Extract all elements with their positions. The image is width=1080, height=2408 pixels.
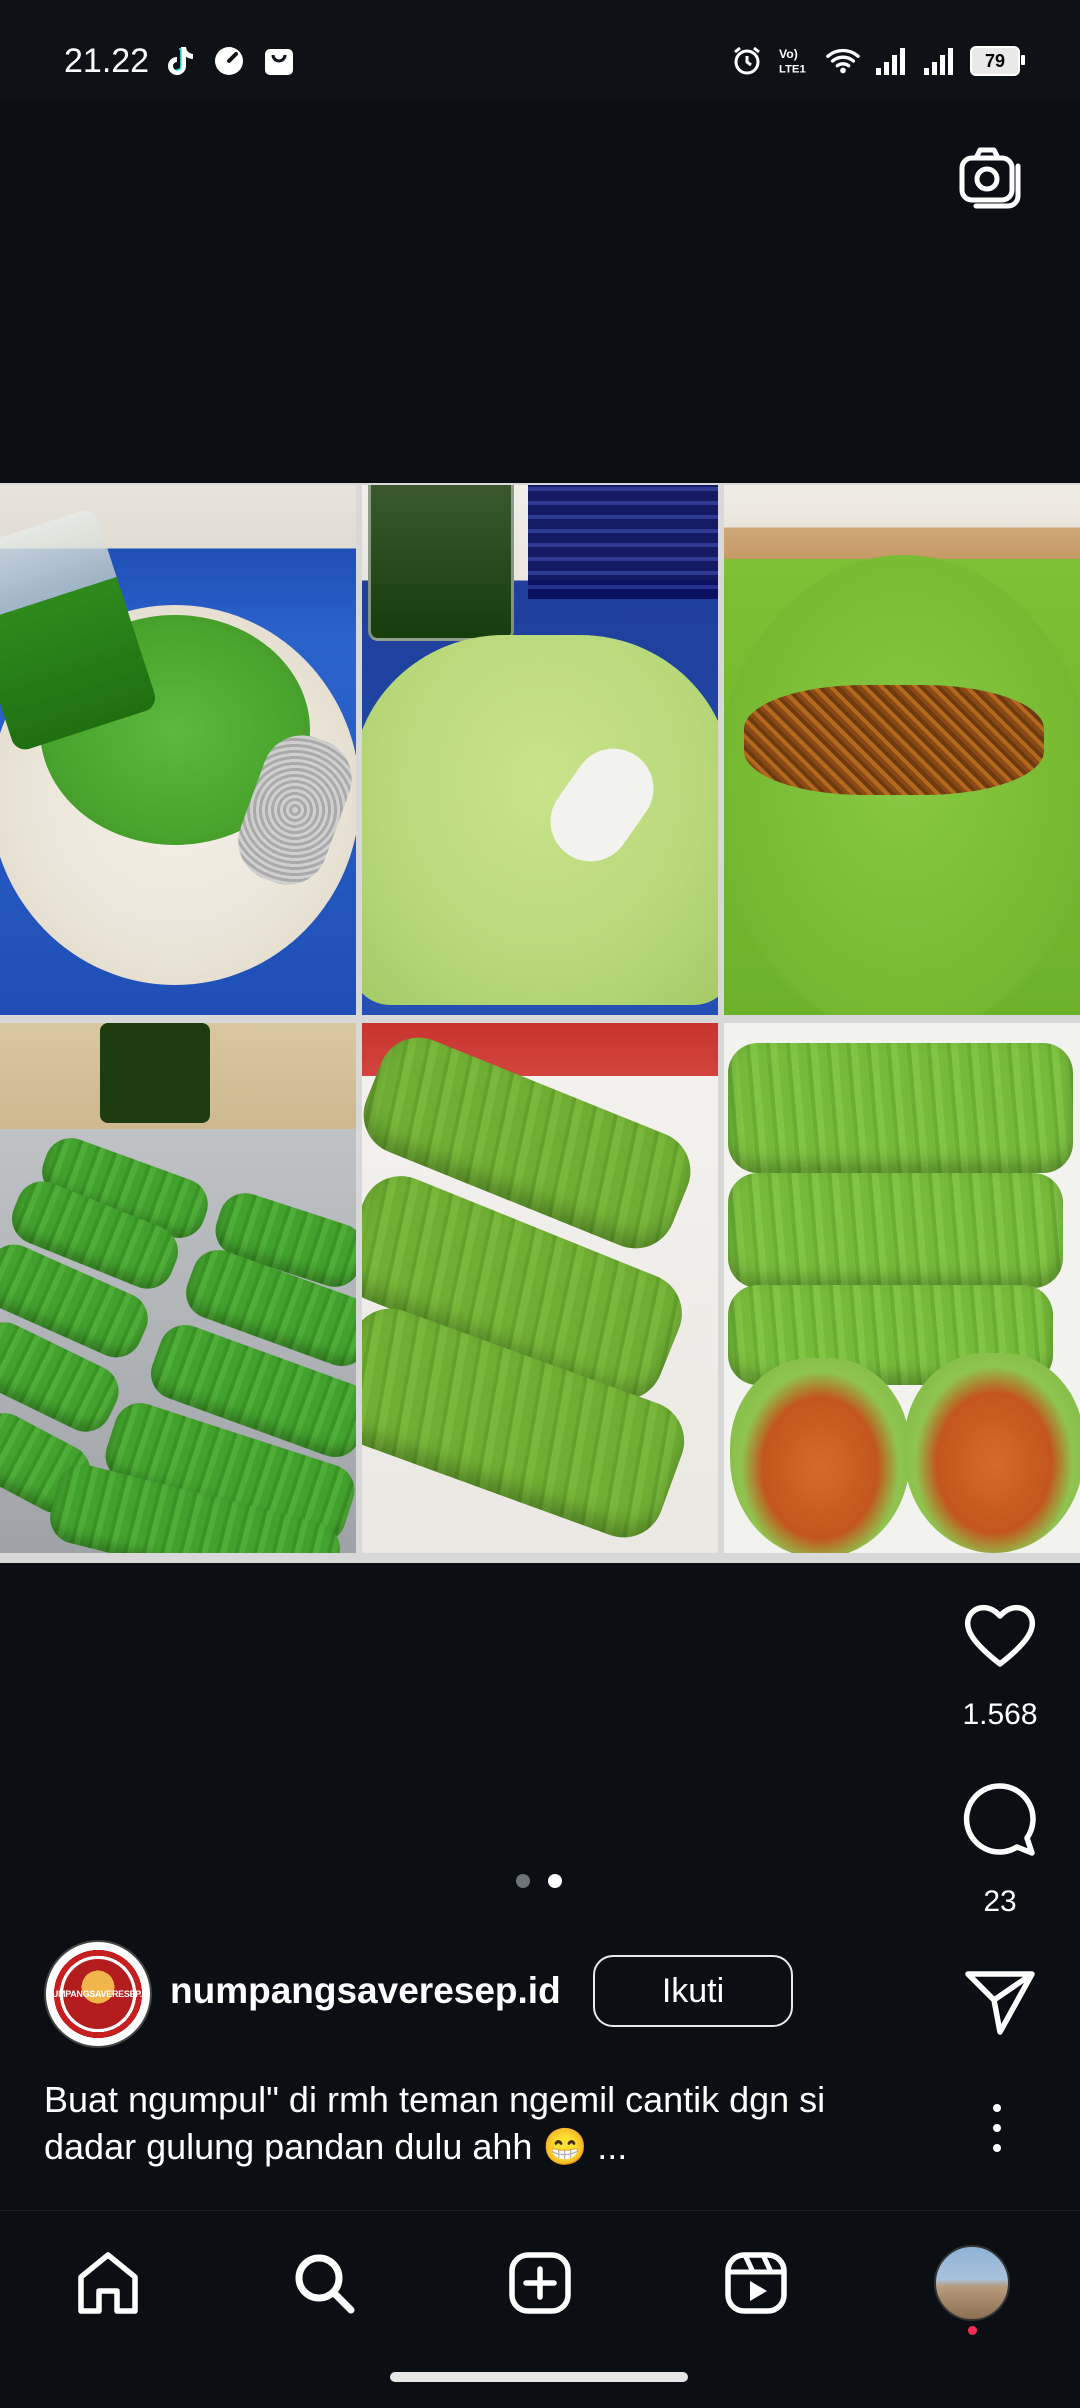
notification-dot — [968, 2326, 977, 2335]
camera-icon — [959, 147, 1021, 209]
photo-stacked-rolls — [362, 1023, 718, 1553]
photo-rolls-cut — [724, 1023, 1080, 1553]
heart-icon — [964, 1604, 1036, 1667]
reels-icon — [725, 2252, 787, 2314]
signal-icon — [922, 44, 956, 78]
search-icon — [295, 2254, 355, 2314]
post-caption[interactable]: Buat ngumpul" di rmh teman ngemil cantik… — [44, 2076, 924, 2170]
profile-avatar — [934, 2245, 1010, 2335]
nav-reels[interactable] — [718, 2245, 794, 2321]
nav-search[interactable] — [286, 2245, 362, 2321]
battery-indicator: 79 — [970, 46, 1025, 76]
bottom-navigation — [0, 2210, 1080, 2351]
photo-pouring-batter — [0, 485, 356, 1015]
wifi-icon — [826, 44, 860, 78]
volte-icon: Vo) LTE1 — [778, 44, 812, 78]
share-button[interactable] — [940, 1968, 1060, 2036]
nav-create[interactable] — [502, 2245, 578, 2321]
post-image[interactable] — [0, 483, 1080, 1563]
photo-mixed-batter — [362, 485, 718, 1015]
avatar-logo-text: NUMPANGSAVERESEP.ID — [45, 1988, 151, 1999]
like-button[interactable] — [940, 1602, 1060, 1670]
carousel-indicator — [516, 1874, 562, 1888]
more-options-button[interactable] — [985, 2104, 1009, 2152]
status-right-icons: Vo) LTE1 79 — [730, 44, 1025, 78]
speedometer-icon — [212, 44, 246, 78]
comment-count: 23 — [983, 1885, 1017, 1918]
account-avatar[interactable]: NUMPANGSAVERESEP.ID — [44, 1940, 152, 2048]
carousel-dot-active — [548, 1874, 562, 1888]
photo-rolls-on-tray — [0, 1023, 356, 1553]
send-icon — [965, 1971, 1035, 2035]
carousel-dot — [516, 1874, 530, 1888]
create-icon — [509, 2252, 571, 2314]
tiktok-icon — [162, 44, 196, 78]
comment-icon — [963, 1783, 1036, 1856]
account-username[interactable]: numpangsaveresep.id — [170, 1970, 561, 2012]
svg-text:LTE1: LTE1 — [779, 63, 806, 75]
home-icon — [78, 2252, 138, 2314]
alarm-icon — [730, 44, 764, 78]
camera-button[interactable] — [958, 146, 1028, 210]
nav-home[interactable] — [70, 2245, 146, 2321]
like-count: 1.568 — [962, 1698, 1038, 1731]
comment-button[interactable] — [940, 1782, 1060, 1858]
svg-text:Vo): Vo) — [779, 47, 798, 61]
follow-button[interactable]: Ikuti — [593, 1955, 793, 2027]
photo-crepe-with-filling — [724, 485, 1080, 1015]
status-time: 21.22 — [64, 42, 150, 80]
account-logo: NUMPANGSAVERESEP.ID — [46, 1959, 150, 2029]
signal-icon — [874, 44, 908, 78]
home-indicator[interactable] — [390, 2372, 688, 2382]
status-bar: 21.22 Vo) LTE1 79 — [0, 0, 1080, 100]
status-left-icons — [162, 44, 296, 78]
shopping-bag-icon — [262, 44, 296, 78]
nav-profile[interactable] — [934, 2245, 1010, 2335]
